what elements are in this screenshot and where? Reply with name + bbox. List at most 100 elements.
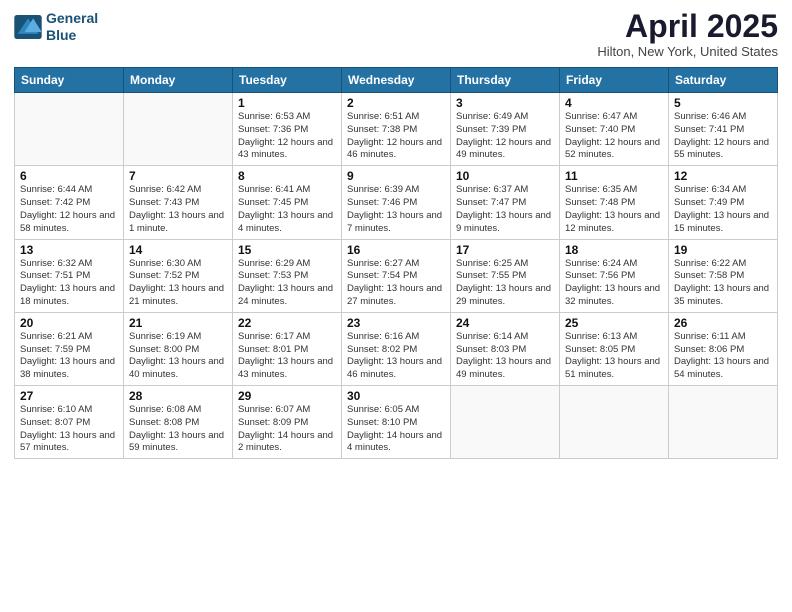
day-info: Sunrise: 6:30 AM Sunset: 7:52 PM Dayligh… <box>129 258 227 309</box>
table-row: 25Sunrise: 6:13 AM Sunset: 8:05 PM Dayli… <box>560 312 669 385</box>
day-info: Sunrise: 6:22 AM Sunset: 7:58 PM Dayligh… <box>674 258 772 309</box>
table-row: 5Sunrise: 6:46 AM Sunset: 7:41 PM Daylig… <box>669 93 778 166</box>
day-number: 20 <box>20 316 118 330</box>
col-friday: Friday <box>560 68 669 93</box>
calendar-week-row: 13Sunrise: 6:32 AM Sunset: 7:51 PM Dayli… <box>15 239 778 312</box>
table-row <box>669 386 778 459</box>
month-title: April 2025 <box>597 10 778 42</box>
day-number: 13 <box>20 243 118 257</box>
day-number: 2 <box>347 96 445 110</box>
col-sunday: Sunday <box>15 68 124 93</box>
calendar-header-row: Sunday Monday Tuesday Wednesday Thursday… <box>15 68 778 93</box>
table-row: 6Sunrise: 6:44 AM Sunset: 7:42 PM Daylig… <box>15 166 124 239</box>
table-row: 18Sunrise: 6:24 AM Sunset: 7:56 PM Dayli… <box>560 239 669 312</box>
day-info: Sunrise: 6:32 AM Sunset: 7:51 PM Dayligh… <box>20 258 118 309</box>
table-row: 24Sunrise: 6:14 AM Sunset: 8:03 PM Dayli… <box>451 312 560 385</box>
day-number: 18 <box>565 243 663 257</box>
table-row: 28Sunrise: 6:08 AM Sunset: 8:08 PM Dayli… <box>124 386 233 459</box>
day-number: 14 <box>129 243 227 257</box>
day-info: Sunrise: 6:46 AM Sunset: 7:41 PM Dayligh… <box>674 111 772 162</box>
table-row: 21Sunrise: 6:19 AM Sunset: 8:00 PM Dayli… <box>124 312 233 385</box>
day-info: Sunrise: 6:17 AM Sunset: 8:01 PM Dayligh… <box>238 331 336 382</box>
calendar-table: Sunday Monday Tuesday Wednesday Thursday… <box>14 67 778 459</box>
day-info: Sunrise: 6:16 AM Sunset: 8:02 PM Dayligh… <box>347 331 445 382</box>
table-row: 23Sunrise: 6:16 AM Sunset: 8:02 PM Dayli… <box>342 312 451 385</box>
day-info: Sunrise: 6:49 AM Sunset: 7:39 PM Dayligh… <box>456 111 554 162</box>
day-info: Sunrise: 6:37 AM Sunset: 7:47 PM Dayligh… <box>456 184 554 235</box>
table-row: 27Sunrise: 6:10 AM Sunset: 8:07 PM Dayli… <box>15 386 124 459</box>
day-info: Sunrise: 6:29 AM Sunset: 7:53 PM Dayligh… <box>238 258 336 309</box>
col-saturday: Saturday <box>669 68 778 93</box>
day-number: 25 <box>565 316 663 330</box>
day-number: 30 <box>347 389 445 403</box>
day-number: 4 <box>565 96 663 110</box>
day-number: 7 <box>129 169 227 183</box>
day-info: Sunrise: 6:25 AM Sunset: 7:55 PM Dayligh… <box>456 258 554 309</box>
table-row <box>560 386 669 459</box>
logo-line2: Blue <box>46 27 76 43</box>
day-info: Sunrise: 6:27 AM Sunset: 7:54 PM Dayligh… <box>347 258 445 309</box>
table-row: 14Sunrise: 6:30 AM Sunset: 7:52 PM Dayli… <box>124 239 233 312</box>
table-row: 26Sunrise: 6:11 AM Sunset: 8:06 PM Dayli… <box>669 312 778 385</box>
table-row <box>451 386 560 459</box>
day-info: Sunrise: 6:41 AM Sunset: 7:45 PM Dayligh… <box>238 184 336 235</box>
col-monday: Monday <box>124 68 233 93</box>
day-info: Sunrise: 6:34 AM Sunset: 7:49 PM Dayligh… <box>674 184 772 235</box>
day-info: Sunrise: 6:07 AM Sunset: 8:09 PM Dayligh… <box>238 404 336 455</box>
day-number: 11 <box>565 169 663 183</box>
day-number: 15 <box>238 243 336 257</box>
day-info: Sunrise: 6:35 AM Sunset: 7:48 PM Dayligh… <box>565 184 663 235</box>
day-info: Sunrise: 6:42 AM Sunset: 7:43 PM Dayligh… <box>129 184 227 235</box>
table-row: 17Sunrise: 6:25 AM Sunset: 7:55 PM Dayli… <box>451 239 560 312</box>
day-number: 19 <box>674 243 772 257</box>
day-info: Sunrise: 6:47 AM Sunset: 7:40 PM Dayligh… <box>565 111 663 162</box>
table-row: 7Sunrise: 6:42 AM Sunset: 7:43 PM Daylig… <box>124 166 233 239</box>
day-info: Sunrise: 6:24 AM Sunset: 7:56 PM Dayligh… <box>565 258 663 309</box>
day-number: 10 <box>456 169 554 183</box>
day-number: 21 <box>129 316 227 330</box>
logo: General Blue <box>14 10 98 44</box>
header-right: April 2025 Hilton, New York, United Stat… <box>597 10 778 59</box>
day-number: 6 <box>20 169 118 183</box>
day-number: 23 <box>347 316 445 330</box>
table-row: 13Sunrise: 6:32 AM Sunset: 7:51 PM Dayli… <box>15 239 124 312</box>
day-number: 29 <box>238 389 336 403</box>
day-number: 22 <box>238 316 336 330</box>
day-number: 17 <box>456 243 554 257</box>
table-row: 15Sunrise: 6:29 AM Sunset: 7:53 PM Dayli… <box>233 239 342 312</box>
day-number: 16 <box>347 243 445 257</box>
day-number: 26 <box>674 316 772 330</box>
table-row: 9Sunrise: 6:39 AM Sunset: 7:46 PM Daylig… <box>342 166 451 239</box>
table-row: 1Sunrise: 6:53 AM Sunset: 7:36 PM Daylig… <box>233 93 342 166</box>
day-number: 5 <box>674 96 772 110</box>
calendar-week-row: 27Sunrise: 6:10 AM Sunset: 8:07 PM Dayli… <box>15 386 778 459</box>
table-row: 30Sunrise: 6:05 AM Sunset: 8:10 PM Dayli… <box>342 386 451 459</box>
day-info: Sunrise: 6:13 AM Sunset: 8:05 PM Dayligh… <box>565 331 663 382</box>
day-info: Sunrise: 6:08 AM Sunset: 8:08 PM Dayligh… <box>129 404 227 455</box>
table-row: 16Sunrise: 6:27 AM Sunset: 7:54 PM Dayli… <box>342 239 451 312</box>
col-wednesday: Wednesday <box>342 68 451 93</box>
table-row: 11Sunrise: 6:35 AM Sunset: 7:48 PM Dayli… <box>560 166 669 239</box>
table-row: 3Sunrise: 6:49 AM Sunset: 7:39 PM Daylig… <box>451 93 560 166</box>
table-row: 22Sunrise: 6:17 AM Sunset: 8:01 PM Dayli… <box>233 312 342 385</box>
day-info: Sunrise: 6:53 AM Sunset: 7:36 PM Dayligh… <box>238 111 336 162</box>
table-row: 20Sunrise: 6:21 AM Sunset: 7:59 PM Dayli… <box>15 312 124 385</box>
col-thursday: Thursday <box>451 68 560 93</box>
day-info: Sunrise: 6:44 AM Sunset: 7:42 PM Dayligh… <box>20 184 118 235</box>
day-number: 1 <box>238 96 336 110</box>
day-number: 24 <box>456 316 554 330</box>
day-info: Sunrise: 6:11 AM Sunset: 8:06 PM Dayligh… <box>674 331 772 382</box>
table-row: 19Sunrise: 6:22 AM Sunset: 7:58 PM Dayli… <box>669 239 778 312</box>
table-row: 12Sunrise: 6:34 AM Sunset: 7:49 PM Dayli… <box>669 166 778 239</box>
day-info: Sunrise: 6:21 AM Sunset: 7:59 PM Dayligh… <box>20 331 118 382</box>
day-info: Sunrise: 6:39 AM Sunset: 7:46 PM Dayligh… <box>347 184 445 235</box>
table-row <box>15 93 124 166</box>
day-info: Sunrise: 6:51 AM Sunset: 7:38 PM Dayligh… <box>347 111 445 162</box>
calendar-week-row: 6Sunrise: 6:44 AM Sunset: 7:42 PM Daylig… <box>15 166 778 239</box>
logo-line1: General <box>46 10 98 26</box>
table-row: 4Sunrise: 6:47 AM Sunset: 7:40 PM Daylig… <box>560 93 669 166</box>
day-number: 9 <box>347 169 445 183</box>
page-header: General Blue April 2025 Hilton, New York… <box>14 10 778 59</box>
day-info: Sunrise: 6:14 AM Sunset: 8:03 PM Dayligh… <box>456 331 554 382</box>
table-row: 2Sunrise: 6:51 AM Sunset: 7:38 PM Daylig… <box>342 93 451 166</box>
